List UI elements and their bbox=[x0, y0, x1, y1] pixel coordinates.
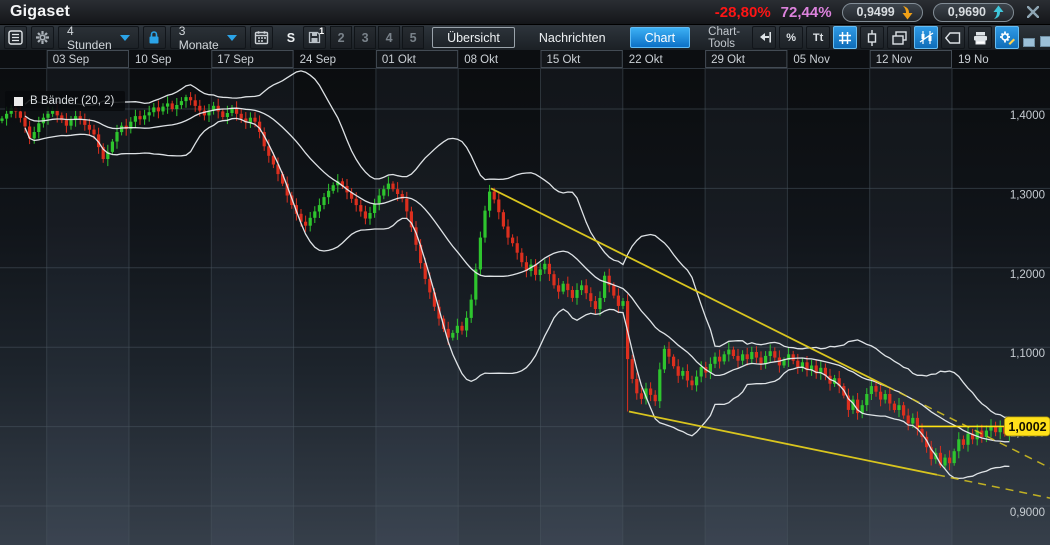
indicator-tool-icon[interactable] bbox=[914, 26, 938, 49]
tab-chart[interactable]: Chart bbox=[630, 27, 691, 48]
x-axis-label: 03 Sep bbox=[53, 54, 89, 66]
secondary-percent: 72,44% bbox=[781, 4, 832, 21]
buy-price-button[interactable]: 0,9690 bbox=[933, 3, 1014, 22]
x-axis-label: 08 Okt bbox=[464, 54, 499, 66]
close-icon[interactable] bbox=[1024, 3, 1042, 21]
range-value: 3 Monate bbox=[179, 24, 219, 52]
indicator-legend-chip[interactable]: B Bänder (20, 2) bbox=[5, 91, 125, 111]
price-chart[interactable]: 03 Sep 10 Sep 17 Sep 24 Sep 01 Okt 08 Okt 15 O… bbox=[0, 50, 1050, 545]
x-axis-label: 29 Okt bbox=[711, 54, 746, 66]
chevron-down-icon bbox=[120, 35, 130, 41]
grid-tool-icon[interactable] bbox=[833, 26, 857, 49]
chart-tools-label: Chart-Tools bbox=[708, 26, 740, 50]
calendar-icon[interactable] bbox=[250, 26, 273, 49]
save-slot-2-button[interactable]: 2 bbox=[330, 26, 352, 49]
settings-edit-tool-icon[interactable] bbox=[995, 26, 1019, 49]
undo-tool-icon[interactable] bbox=[752, 26, 776, 49]
bollinger-band-line bbox=[25, 118, 1009, 478]
save-slot-group: 2345 bbox=[330, 26, 424, 49]
arrow-down-icon bbox=[901, 5, 914, 20]
gear-icon[interactable] bbox=[31, 26, 54, 49]
interval-dropdown[interactable]: 4 Stunden bbox=[58, 26, 139, 49]
save-slot-1-button[interactable]: 1 bbox=[303, 26, 326, 49]
change-percent: -28,80% bbox=[715, 4, 771, 21]
tab-nachrichten[interactable]: Nachrichten bbox=[525, 27, 620, 48]
arrow-up-icon bbox=[992, 5, 1005, 20]
trading-chart-window: Gigaset -28,80% 72,44% 0,9499 0,9690 bbox=[0, 0, 1050, 545]
percent-tool-icon[interactable]: % bbox=[779, 26, 803, 49]
save-slot-3-button[interactable]: 3 bbox=[354, 26, 376, 49]
x-axis-label: 22 Okt bbox=[629, 54, 664, 66]
lock-icon[interactable] bbox=[143, 26, 166, 49]
watchlist-icon[interactable] bbox=[4, 26, 27, 49]
candlestick-tool-icon[interactable] bbox=[860, 26, 884, 49]
title-bar: Gigaset -28,80% 72,44% 0,9499 0,9690 bbox=[0, 0, 1050, 25]
y-axis-label: 0,9000 bbox=[1010, 507, 1045, 519]
y-axis-label: 1,1000 bbox=[1010, 348, 1045, 360]
chevron-down-icon bbox=[227, 35, 237, 41]
chart-toolbar: 4 Stunden 3 Monate S 1 2345 Übersicht Nac… bbox=[0, 25, 1050, 51]
text-size-tool-icon[interactable]: Tt bbox=[806, 26, 830, 49]
save-slot-5-button[interactable]: 5 bbox=[402, 26, 424, 49]
bollinger-band-line bbox=[25, 108, 1009, 442]
indicator-label: B Bänder (20, 2) bbox=[30, 95, 114, 107]
range-dropdown[interactable]: 3 Monate bbox=[170, 26, 246, 49]
y-axis-label: 1,3000 bbox=[1010, 189, 1045, 201]
tab-übersicht[interactable]: Übersicht bbox=[432, 27, 515, 48]
chart-area[interactable]: 03 Sep 10 Sep 17 Sep 24 Sep 01 Okt 08 Okt 15 O… bbox=[0, 50, 1050, 545]
x-axis-label: 15 Okt bbox=[547, 54, 582, 66]
x-axis-label: 24 Sep bbox=[300, 54, 336, 66]
save-slot-1-number: 1 bbox=[319, 26, 324, 36]
x-axis-label: 01 Okt bbox=[382, 54, 417, 66]
x-axis-label: 17 Sep bbox=[217, 54, 253, 66]
trendline-extension bbox=[937, 475, 1050, 498]
print-tool-icon[interactable] bbox=[968, 26, 992, 49]
windows-tool-icon[interactable] bbox=[887, 26, 911, 49]
current-price-badge: 1,0002 bbox=[1005, 417, 1050, 436]
window-title: Gigaset bbox=[10, 3, 70, 21]
sell-price-value: 0,9499 bbox=[857, 5, 895, 19]
window-size-controls bbox=[1023, 28, 1050, 47]
indicator-swatch bbox=[14, 97, 23, 106]
window-size-small-button[interactable] bbox=[1023, 38, 1035, 47]
view-tabs: Übersicht Nachrichten Chart bbox=[432, 27, 690, 48]
buy-price-value: 0,9690 bbox=[948, 5, 986, 19]
save-slot-4-button[interactable]: 4 bbox=[378, 26, 400, 49]
save-slots-label: S bbox=[287, 31, 295, 45]
window-size-medium-button[interactable] bbox=[1040, 36, 1050, 47]
y-axis-label: 1,4000 bbox=[1010, 110, 1045, 122]
title-bar-right: -28,80% 72,44% 0,9499 0,9690 bbox=[715, 3, 1050, 22]
interval-value: 4 Stunden bbox=[67, 24, 112, 52]
x-axis-label: 10 Sep bbox=[135, 54, 171, 66]
chart-tools-group: %Tt bbox=[752, 26, 1019, 49]
x-axis-label: 12 Nov bbox=[876, 54, 913, 66]
svg-text:1,0002: 1,0002 bbox=[1008, 420, 1046, 434]
label-tag-tool-icon[interactable] bbox=[941, 26, 965, 49]
sell-price-button[interactable]: 0,9499 bbox=[842, 3, 923, 22]
x-axis-label: 19 No bbox=[958, 54, 989, 66]
x-axis-label: 05 Nov bbox=[793, 54, 830, 66]
y-axis-label: 1,2000 bbox=[1010, 269, 1045, 281]
